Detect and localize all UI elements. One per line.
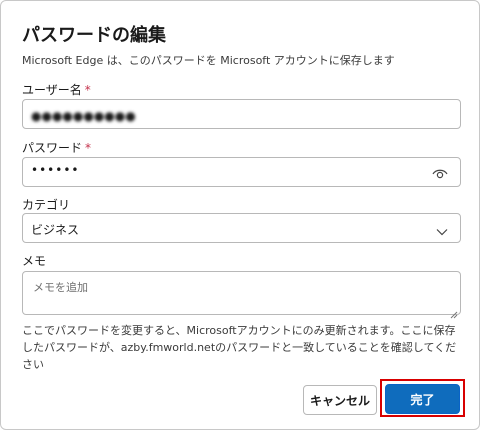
cancel-button[interactable]: キャンセル [303,385,377,415]
dialog-title: パスワードの編集 [22,25,166,46]
memo-textarea[interactable]: メモを追加 [22,271,461,319]
password-value: •••••• [31,163,80,177]
resize-grip-icon[interactable] [450,304,458,319]
info-note: ここでパスワードを変更すると、Microsoftアカウントにのみ更新されます。こ… [22,324,457,371]
category-selected-value: ビジネス [31,223,80,237]
password-field[interactable]: •••••• [22,157,461,187]
dialog-subtitle: Microsoft Edge は、このパスワードを Microsoft アカウン… [22,54,395,67]
username-field[interactable]: ●●●●●●●●●● [22,99,461,129]
memo-label: メモ [22,254,47,268]
password-label: パスワード * [22,139,91,156]
eye-icon[interactable] [432,166,448,180]
password-label-text: パスワード [22,141,83,155]
category-label: カテゴリ [22,198,71,212]
required-mark: * [85,141,92,155]
memo-placeholder: メモを追加 [33,281,88,294]
edit-password-dialog: パスワードの編集 Microsoft Edge は、このパスワードを Micro… [0,0,480,430]
done-button[interactable]: 完了 [385,384,460,414]
chevron-down-icon [436,223,448,236]
required-mark: * [84,83,91,97]
username-label: ユーザー名 * [22,81,91,98]
username-label-text: ユーザー名 [22,83,82,97]
username-value: ●●●●●●●●●● [31,109,136,123]
category-select[interactable]: ビジネス [22,213,461,243]
